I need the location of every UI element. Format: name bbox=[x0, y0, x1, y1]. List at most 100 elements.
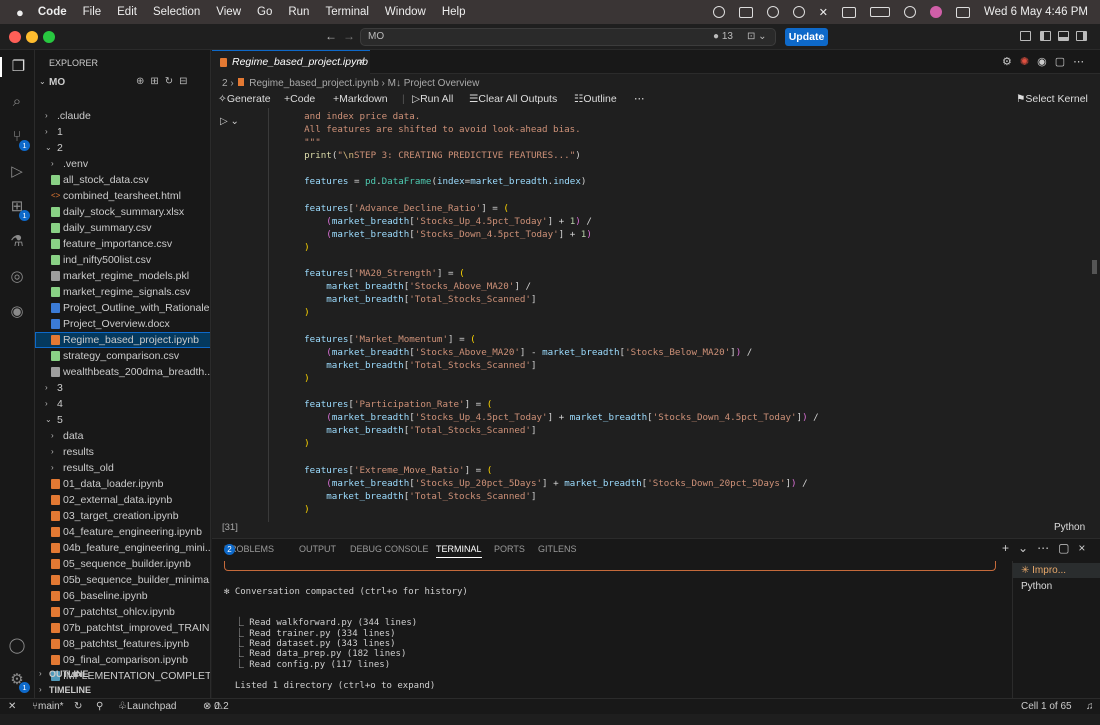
breadcrumb-file[interactable]: Regime_based_project.ipynb bbox=[249, 78, 379, 89]
tab-output[interactable]: OUTPUT bbox=[299, 544, 336, 554]
remote-indicator[interactable]: ✕ bbox=[8, 699, 16, 714]
clear-outputs-button[interactable]: ☰ Clear All Outputs bbox=[469, 93, 557, 105]
select-kernel-button[interactable]: ⚑ Select Kernel bbox=[1016, 93, 1088, 105]
toggle-panel-icon[interactable] bbox=[1058, 31, 1069, 41]
tree-file[interactable]: 03_target_creation.ipynb bbox=[35, 508, 210, 524]
tree-file[interactable]: feature_importance.csv bbox=[35, 236, 210, 252]
tree-folder[interactable]: › 1 bbox=[35, 124, 210, 140]
tree-folder[interactable]: › 4 bbox=[35, 396, 210, 412]
branch-indicator[interactable]: ⑂ main* bbox=[32, 699, 64, 714]
display-icon[interactable] bbox=[738, 6, 753, 18]
chevron-right-icon[interactable]: › bbox=[45, 380, 48, 396]
tree-folder[interactable]: › .venv bbox=[35, 156, 210, 172]
layout-icon[interactable] bbox=[1020, 31, 1031, 41]
apple-icon[interactable]: ● bbox=[16, 5, 24, 20]
chevron-right-icon[interactable]: › bbox=[45, 124, 48, 140]
tree-file[interactable]: 06_baseline.ipynb bbox=[35, 588, 210, 604]
timeline-section[interactable]: › TIMELINE bbox=[35, 682, 210, 698]
tree-folder[interactable]: › .claude bbox=[35, 108, 210, 124]
gitlens-icon[interactable]: ◎ bbox=[7, 267, 27, 287]
chevron-down-icon[interactable]: ⌄ bbox=[39, 77, 46, 86]
cell-language[interactable]: Python bbox=[1054, 522, 1085, 533]
chevron-right-icon[interactable]: › bbox=[51, 444, 54, 460]
siri-icon[interactable] bbox=[930, 6, 943, 18]
menu-help[interactable]: Help bbox=[442, 6, 466, 18]
menu-file[interactable]: File bbox=[83, 6, 102, 18]
chevron-right-icon[interactable]: › bbox=[51, 428, 54, 444]
tree-file[interactable]: market_regime_signals.csv bbox=[35, 284, 210, 300]
mute-icon[interactable]: ✕ bbox=[819, 6, 828, 19]
tree-folder[interactable]: › data bbox=[35, 428, 210, 444]
tree-file[interactable]: Project_Overview.docx bbox=[35, 316, 210, 332]
chevron-down-icon[interactable]: ⌄ bbox=[45, 412, 52, 428]
launchpad-button[interactable]: ♧ Launchpad bbox=[118, 699, 176, 714]
minimize-window-button[interactable] bbox=[26, 31, 38, 43]
remote-icon[interactable]: ◉ bbox=[7, 302, 27, 322]
tree-file[interactable]: 04_feature_engineering.ipynb bbox=[35, 524, 210, 540]
notifications-icon[interactable]: ● 13 bbox=[713, 29, 733, 45]
menu-view[interactable]: View bbox=[216, 6, 241, 18]
tree-folder[interactable]: › results bbox=[35, 444, 210, 460]
bell-icon[interactable]: ♫ bbox=[1086, 699, 1094, 714]
clock[interactable]: Wed 6 May 4:46 PM bbox=[984, 6, 1088, 18]
tab-debug-console[interactable]: DEBUG CONSOLE bbox=[350, 544, 429, 554]
tree-file[interactable]: strategy_comparison.csv bbox=[35, 348, 210, 364]
chevron-right-icon[interactable]: › bbox=[45, 396, 48, 412]
editor-actions[interactable]: ⚙✺◉▢⋯ bbox=[1002, 55, 1092, 68]
tree-file[interactable]: wealthbeats_200dma_breadth.... bbox=[35, 364, 210, 380]
tree-file[interactable]: 05_sequence_builder.ipynb bbox=[35, 556, 210, 572]
shield-icon[interactable] bbox=[712, 6, 725, 18]
menu-edit[interactable]: Edit bbox=[117, 6, 137, 18]
more-actions-icon[interactable]: ⋯ bbox=[634, 93, 645, 105]
menu-terminal[interactable]: Terminal bbox=[325, 6, 368, 18]
toggle-sidebar-icon[interactable] bbox=[1040, 31, 1051, 41]
problems-status[interactable]: ⊗ 0 ⚠ 2 bbox=[203, 699, 229, 714]
testing-icon[interactable]: ⚗ bbox=[7, 232, 27, 252]
camera-icon[interactable] bbox=[842, 6, 857, 18]
back-arrow-icon[interactable]: ← bbox=[325, 29, 337, 43]
close-tab-icon[interactable]: × bbox=[358, 51, 364, 74]
control-center-icon[interactable] bbox=[956, 6, 971, 18]
tree-file[interactable]: 01_data_loader.ipynb bbox=[35, 476, 210, 492]
explorer-icon[interactable]: ❐ bbox=[0, 57, 35, 77]
play-icon[interactable] bbox=[792, 6, 805, 18]
run-all-button[interactable]: ▷ Run All bbox=[412, 93, 453, 105]
close-window-button[interactable] bbox=[9, 31, 21, 43]
outline-button[interactable]: ☷ Outline bbox=[574, 93, 617, 105]
forward-arrow-icon[interactable]: → bbox=[343, 29, 355, 43]
cell-position[interactable]: Cell 1 of 65 bbox=[1021, 699, 1072, 714]
tree-file[interactable]: ind_nifty500list.csv bbox=[35, 252, 210, 268]
search-icon[interactable]: ⌕ bbox=[7, 92, 27, 112]
account-icon[interactable]: ◯ bbox=[7, 636, 27, 656]
tree-file[interactable]: <> combined_tearsheet.html bbox=[35, 188, 210, 204]
tab-regime-notebook[interactable]: Regime_based_project.ipynb × bbox=[212, 50, 370, 74]
tree-folder[interactable]: › 3 bbox=[35, 380, 210, 396]
tree-file[interactable]: market_regime_models.pkl bbox=[35, 268, 210, 284]
tree-file[interactable]: all_stock_data.csv bbox=[35, 172, 210, 188]
breadcrumb-folder[interactable]: 2 bbox=[222, 78, 228, 89]
copilot-icon[interactable]: ⊡ ⌄ bbox=[747, 29, 767, 45]
breadcrumb-section[interactable]: M↓ Project Overview bbox=[388, 78, 480, 89]
outline-section[interactable]: › OUTLINE bbox=[35, 666, 210, 682]
command-center-search[interactable]: MO ● 13 ⊡ ⌄ bbox=[360, 28, 776, 46]
menu-run[interactable]: Run bbox=[288, 6, 309, 18]
menu-window[interactable]: Window bbox=[385, 6, 426, 18]
terminal-item-claude[interactable]: ✳ Impro... bbox=[1013, 563, 1100, 578]
menu-app[interactable]: Code bbox=[38, 6, 67, 18]
sync-icon[interactable]: ↻ bbox=[74, 699, 82, 714]
tree-folder[interactable]: › results_old bbox=[35, 460, 210, 476]
chevron-right-icon[interactable]: › bbox=[51, 156, 54, 172]
chevron-down-icon[interactable]: ⌄ bbox=[45, 140, 52, 156]
tree-file[interactable]: daily_summary.csv bbox=[35, 220, 210, 236]
update-button[interactable]: Update bbox=[785, 28, 828, 46]
add-markdown-button[interactable]: + Markdown bbox=[333, 93, 388, 105]
tree-file[interactable]: daily_stock_summary.xlsx bbox=[35, 204, 210, 220]
tree-folder[interactable]: ⌄ 2 bbox=[35, 140, 210, 156]
tree-file[interactable]: 04b_feature_engineering_mini... bbox=[35, 540, 210, 556]
tab-ports[interactable]: PORTS bbox=[494, 544, 525, 554]
zoom-window-button[interactable] bbox=[43, 31, 55, 43]
menu-selection[interactable]: Selection bbox=[153, 6, 200, 18]
panel-actions[interactable]: +⌄⋯▢× bbox=[1002, 541, 1094, 555]
menu-go[interactable]: Go bbox=[257, 6, 272, 18]
tree-file[interactable]: 08_patchtst_features.ipynb bbox=[35, 636, 210, 652]
